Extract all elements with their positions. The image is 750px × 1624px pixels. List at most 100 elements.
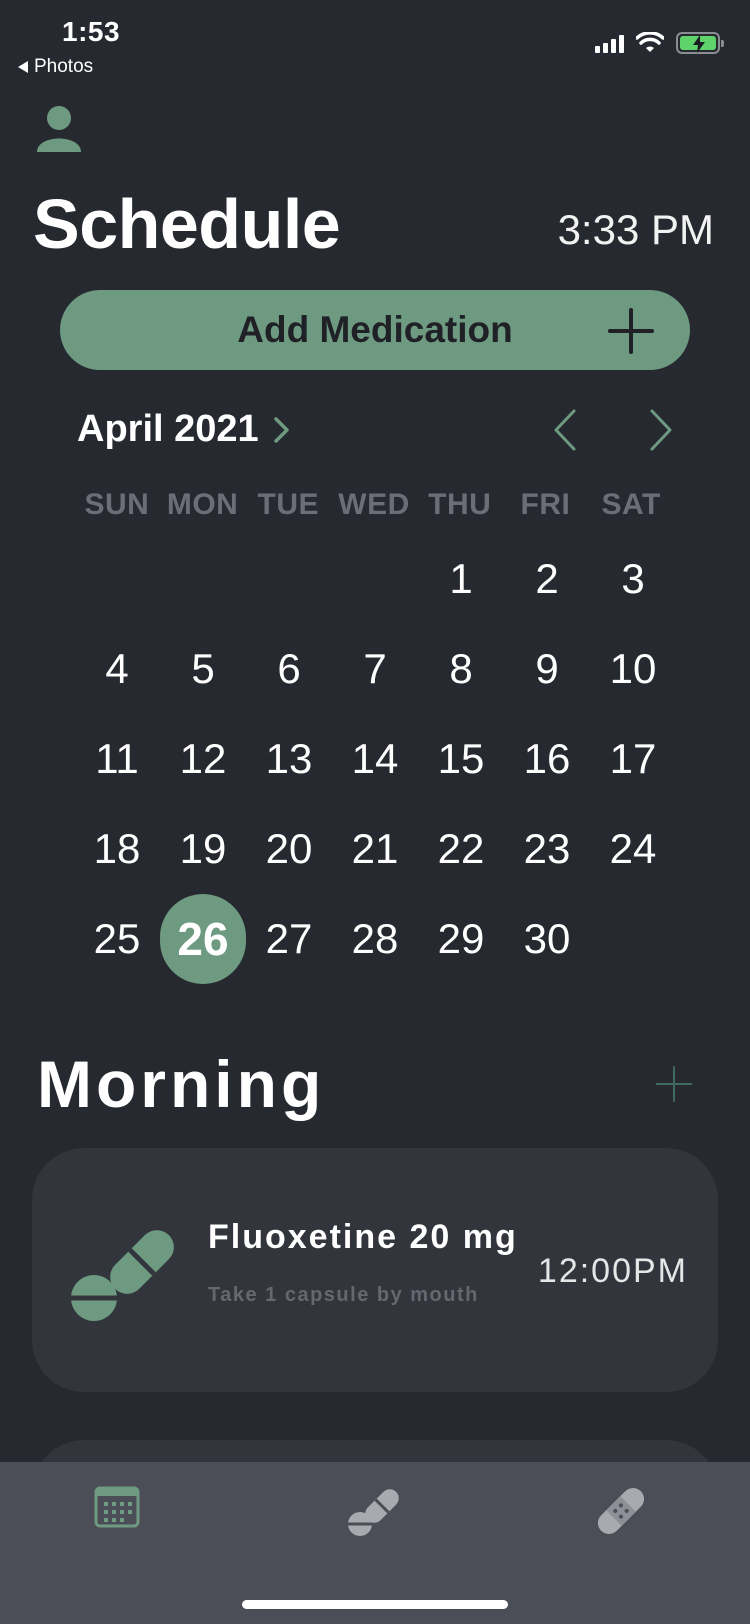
empty-day-cell <box>332 534 418 624</box>
calendar-day[interactable]: 8 <box>418 624 504 714</box>
day-number: 16 <box>523 735 571 782</box>
back-arrow-icon <box>18 61 28 73</box>
previous-month-button[interactable] <box>548 408 584 452</box>
weekday-header: SUN MON TUE WED THU FRI SAT <box>74 488 674 522</box>
status-time: 1:53 <box>62 16 121 47</box>
current-time: 3:33 PM <box>557 206 714 253</box>
back-to-photos[interactable]: Photos <box>18 56 93 78</box>
day-number: 1 <box>449 555 473 602</box>
weekday-label: MON <box>166 488 239 521</box>
day-number: 24 <box>609 825 657 872</box>
add-morning-button[interactable] <box>656 1066 692 1102</box>
day-number: 9 <box>535 645 559 692</box>
calendar-day[interactable]: 20 <box>246 804 332 894</box>
weekday-label: WED <box>338 488 410 521</box>
calendar-day[interactable]: 23 <box>504 804 590 894</box>
day-number: 23 <box>523 825 571 872</box>
calendar-day[interactable]: 24 <box>590 804 676 894</box>
pills-icon <box>348 1489 399 1536</box>
add-medication-label: Add Medication <box>237 309 513 350</box>
calendar-day[interactable]: 25 <box>74 894 160 984</box>
calendar-day[interactable]: 6 <box>246 624 332 714</box>
day-number: 6 <box>277 645 301 692</box>
calendar-day[interactable]: 29 <box>418 894 504 984</box>
calendar-day[interactable]: 7 <box>332 624 418 714</box>
day-number: 13 <box>265 735 313 782</box>
section-title: Morning <box>37 1047 326 1121</box>
selected-day[interactable]: 26 <box>160 894 246 984</box>
next-month-button[interactable] <box>642 408 678 452</box>
calendar-day[interactable]: 16 <box>504 714 590 804</box>
month-nav <box>548 408 678 452</box>
medication-time: 12:00PM <box>537 1252 688 1290</box>
calendar-day[interactable]: 18 <box>74 804 160 894</box>
day-number: 26 <box>160 894 246 984</box>
calendar-day[interactable]: 5 <box>160 624 246 714</box>
day-number: 7 <box>363 645 387 692</box>
medication-card[interactable]: Fluoxetine 20 mg Take 1 capsule by mouth… <box>32 1148 718 1392</box>
calendar-day[interactable]: 19 <box>160 804 246 894</box>
chevron-right-icon <box>273 416 289 443</box>
tab-schedule[interactable] <box>94 1486 154 1536</box>
calendar-day[interactable]: 15 <box>418 714 504 804</box>
calendar-day[interactable]: 12 <box>160 714 246 804</box>
calendar-day[interactable]: 2 <box>504 534 590 624</box>
page-title: Schedule <box>33 185 341 263</box>
tab-health[interactable] <box>596 1486 656 1536</box>
calendar-icon <box>94 1486 140 1528</box>
home-indicator <box>242 1600 508 1609</box>
tab-medications[interactable] <box>346 1486 406 1536</box>
plus-icon <box>608 308 654 354</box>
profile-icon[interactable] <box>36 104 82 154</box>
pills-icon <box>71 1230 174 1321</box>
day-number: 10 <box>609 645 657 692</box>
day-number: 5 <box>191 645 215 692</box>
calendar-day[interactable]: 30 <box>504 894 590 984</box>
calendar-day[interactable]: 11 <box>74 714 160 804</box>
day-number: 30 <box>523 915 571 962</box>
day-number: 4 <box>105 645 129 692</box>
chevron-right-icon <box>650 409 672 451</box>
day-number: 14 <box>351 735 399 782</box>
calendar-day[interactable]: 14 <box>332 714 418 804</box>
calendar-day[interactable]: 17 <box>590 714 676 804</box>
empty-day-cell <box>590 894 676 984</box>
calendar-day[interactable]: 22 <box>418 804 504 894</box>
medication-name: Fluoxetine 20 mg <box>208 1218 518 1256</box>
day-number: 19 <box>179 825 227 872</box>
wifi-icon <box>636 32 664 52</box>
calendar-day[interactable]: 3 <box>590 534 676 624</box>
calendar-day[interactable]: 13 <box>246 714 332 804</box>
day-number: 12 <box>179 735 227 782</box>
weekday-label: THU <box>428 488 492 521</box>
empty-day-cell <box>160 534 246 624</box>
weekday-label: SAT <box>601 488 661 521</box>
day-number: 21 <box>351 825 399 872</box>
signal-icon <box>595 33 624 53</box>
medication-instructions: Take 1 capsule by mouth <box>208 1284 479 1306</box>
calendar-day[interactable]: 21 <box>332 804 418 894</box>
calendar-day[interactable]: 1 <box>418 534 504 624</box>
day-number: 11 <box>95 735 139 782</box>
month-selector[interactable]: April 2021 <box>77 408 291 451</box>
chevron-left-icon <box>554 409 576 451</box>
day-number: 29 <box>437 915 485 962</box>
calendar-day[interactable]: 9 <box>504 624 590 714</box>
add-medication-button[interactable]: Add Medication <box>60 290 690 370</box>
day-number: 3 <box>621 555 645 602</box>
empty-day-cell <box>74 534 160 624</box>
calendar-grid: 1 2 3 4 5 6 7 8 9 10 11 12 13 14 15 16 17 18 19 20 21 22 23 24 2… <box>74 534 674 984</box>
day-number: 25 <box>93 915 141 962</box>
day-number: 2 <box>535 555 559 602</box>
calendar-day[interactable]: 10 <box>590 624 676 714</box>
calendar-day[interactable]: 28 <box>332 894 418 984</box>
empty-day-cell <box>246 534 332 624</box>
day-number: 17 <box>609 735 657 782</box>
month-label: April 2021 <box>77 408 259 450</box>
day-number: 20 <box>265 825 313 872</box>
calendar-day[interactable]: 4 <box>74 624 160 714</box>
day-number: 22 <box>437 825 485 872</box>
bandage-icon <box>597 1487 645 1535</box>
calendar-day[interactable]: 27 <box>246 894 332 984</box>
day-number: 28 <box>351 915 399 962</box>
